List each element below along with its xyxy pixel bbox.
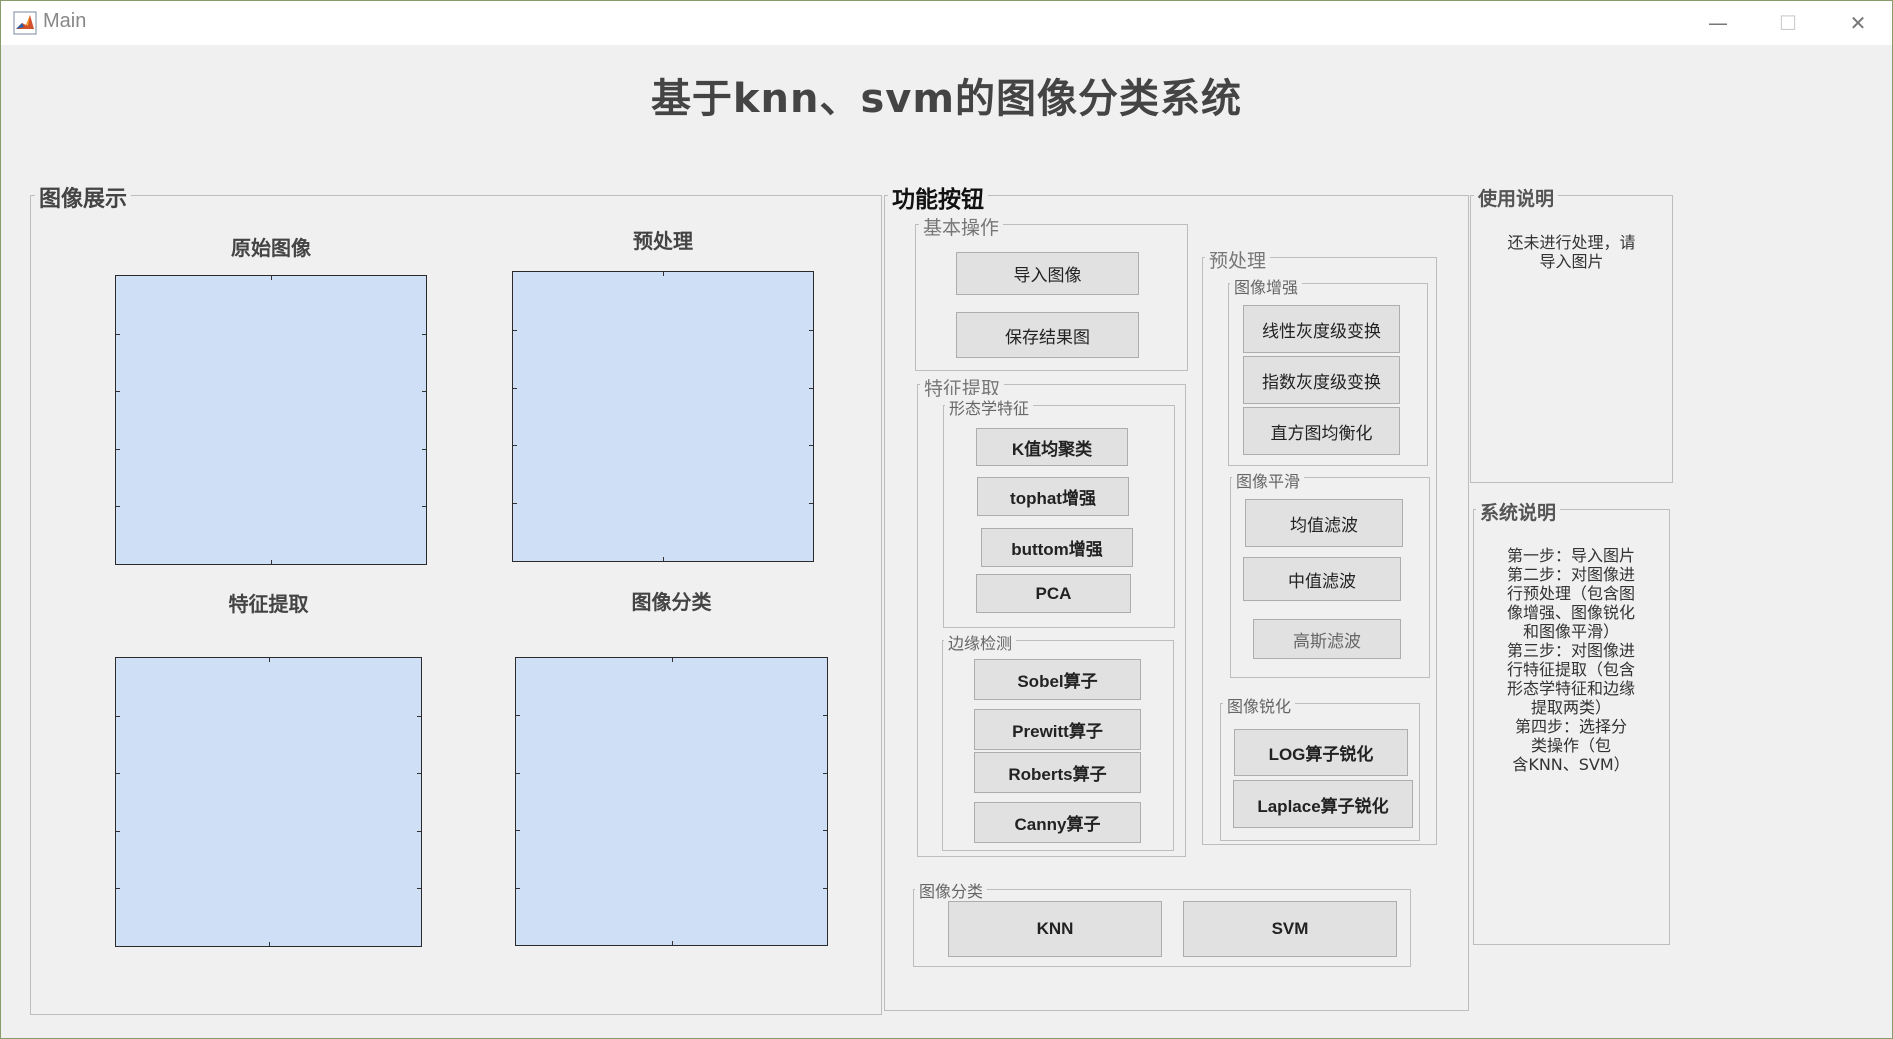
axis-tick	[663, 272, 664, 276]
usage-title: 使用说明	[1474, 184, 1559, 211]
canny-button[interactable]: Canny算子	[974, 802, 1141, 843]
axis-tick	[809, 330, 813, 331]
exp-gray-button[interactable]: 指数灰度级变换	[1243, 356, 1400, 404]
save-result-button[interactable]: 保存结果图	[956, 312, 1139, 358]
axis-tick	[663, 557, 664, 561]
axis-tick	[422, 391, 426, 392]
axis-tick	[271, 276, 272, 280]
axis-tick	[422, 334, 426, 335]
axis-tick	[809, 445, 813, 446]
morphology-title: 形态学特征	[945, 395, 1034, 419]
preprocess-title: 预处理	[1205, 246, 1271, 273]
axis-tick	[417, 888, 421, 889]
smooth-title: 图像平滑	[1232, 468, 1305, 492]
svm-button[interactable]: SVM	[1183, 901, 1397, 957]
classify-title: 图像分类	[915, 878, 988, 902]
axes-title-feature: 特征提取	[228, 592, 309, 616]
axis-tick	[516, 830, 520, 831]
system-title: 系统说明	[1476, 498, 1561, 525]
buttom-button[interactable]: buttom增强	[981, 528, 1133, 567]
import-image-button[interactable]: 导入图像	[956, 252, 1139, 295]
axis-tick	[513, 330, 517, 331]
axis-tick	[672, 941, 673, 945]
prewitt-button[interactable]: Prewitt算子	[974, 709, 1141, 750]
matlab-icon	[13, 11, 37, 35]
maximize-button[interactable]: ☐	[1757, 1, 1819, 45]
function-panel-title: 功能按钮	[888, 180, 988, 214]
axis-tick	[672, 658, 673, 662]
axis-tick	[513, 445, 517, 446]
axis-tick	[422, 449, 426, 450]
linear-gray-button[interactable]: 线性灰度级变换	[1243, 305, 1400, 353]
knn-button[interactable]: KNN	[948, 901, 1162, 957]
axis-tick	[116, 773, 120, 774]
axis-tick	[417, 831, 421, 832]
axis-tick	[823, 830, 827, 831]
image-display-panel-title: 图像展示	[35, 181, 132, 213]
axis-tick	[116, 716, 120, 717]
basic-ops-title: 基本操作	[919, 213, 1004, 240]
axis-tick	[116, 506, 120, 507]
enhance-title: 图像增强	[1230, 274, 1303, 298]
laplace-sharpen-button[interactable]: Laplace算子锐化	[1233, 780, 1413, 828]
log-sharpen-button[interactable]: LOG算子锐化	[1234, 729, 1408, 776]
axis-tick	[516, 888, 520, 889]
usage-text: 还未进行处理，请 导入图片	[1507, 233, 1636, 271]
axis-tick	[823, 773, 827, 774]
edge-detection-title: 边缘检测	[944, 630, 1017, 654]
axis-tick	[516, 715, 520, 716]
axes-title-preprocess: 预处理	[633, 229, 693, 253]
axis-tick	[116, 334, 120, 335]
window-title: Main	[43, 10, 87, 32]
axis-tick	[269, 942, 270, 946]
minimize-button[interactable]: —	[1687, 1, 1749, 45]
axis-tick	[271, 560, 272, 564]
axis-tick	[269, 658, 270, 662]
axis-tick	[823, 715, 827, 716]
sobel-button[interactable]: Sobel算子	[974, 659, 1141, 700]
axes-title-classify: 图像分类	[631, 590, 712, 614]
axis-tick	[513, 388, 517, 389]
mean-filter-button[interactable]: 均值滤波	[1245, 499, 1403, 547]
sharpen-title: 图像锐化	[1223, 693, 1296, 717]
axis-tick	[809, 388, 813, 389]
axis-tick	[809, 503, 813, 504]
axes-original[interactable]	[115, 275, 427, 565]
close-button[interactable]: ✕	[1827, 1, 1889, 45]
axis-tick	[513, 503, 517, 504]
axis-tick	[516, 773, 520, 774]
axis-tick	[823, 888, 827, 889]
axis-tick	[417, 773, 421, 774]
roberts-button[interactable]: Roberts算子	[974, 752, 1141, 793]
axes-title-original: 原始图像	[231, 236, 311, 260]
axes-feature[interactable]	[115, 657, 422, 947]
gauss-filter-button[interactable]: 高斯滤波	[1253, 619, 1401, 659]
pca-button[interactable]: PCA	[976, 574, 1131, 613]
median-filter-button[interactable]: 中值滤波	[1243, 557, 1401, 601]
system-text: 第一步：导入图片 第二步：对图像进 行预处理（包含图 像增强、图像锐化 和图像平…	[1506, 546, 1635, 774]
axis-tick	[116, 888, 120, 889]
tophat-button[interactable]: tophat增强	[977, 477, 1129, 516]
axis-tick	[422, 506, 426, 507]
axes-preprocess[interactable]	[512, 271, 814, 562]
main-title: 基于knn、svm的图像分类系统	[650, 76, 1243, 122]
axis-tick	[116, 449, 120, 450]
axis-tick	[116, 831, 120, 832]
title-bar[interactable]: Main — ☐ ✕	[1, 1, 1892, 45]
axis-tick	[417, 716, 421, 717]
kmeans-button[interactable]: K值均聚类	[976, 428, 1128, 466]
axis-tick	[116, 391, 120, 392]
axes-classify[interactable]	[515, 657, 828, 946]
hist-equal-button[interactable]: 直方图均衡化	[1243, 407, 1400, 455]
